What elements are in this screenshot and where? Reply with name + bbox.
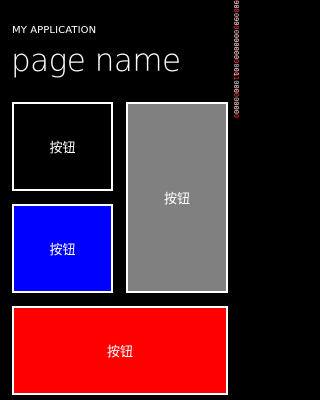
blue-button[interactable]: 按钮	[12, 204, 113, 293]
page-title: page name	[11, 43, 181, 79]
frame-rate-counter-line: 090 090 0000000 001 000 0000	[232, 0, 240, 115]
gray-button-label: 按钮	[163, 192, 190, 207]
frame-rate-counter: 090 090 0000000 001 000 0000 090 090 000…	[232, 0, 240, 200]
red-button[interactable]: 按钮	[12, 306, 228, 395]
app-title: MY APPLICATION	[12, 25, 97, 36]
black-button-label: 按钮	[49, 141, 76, 156]
blue-button-label: 按钮	[49, 243, 76, 258]
red-button-label: 按钮	[106, 345, 133, 360]
gray-button[interactable]: 按钮	[126, 102, 228, 293]
black-button[interactable]: 按钮	[12, 102, 113, 191]
